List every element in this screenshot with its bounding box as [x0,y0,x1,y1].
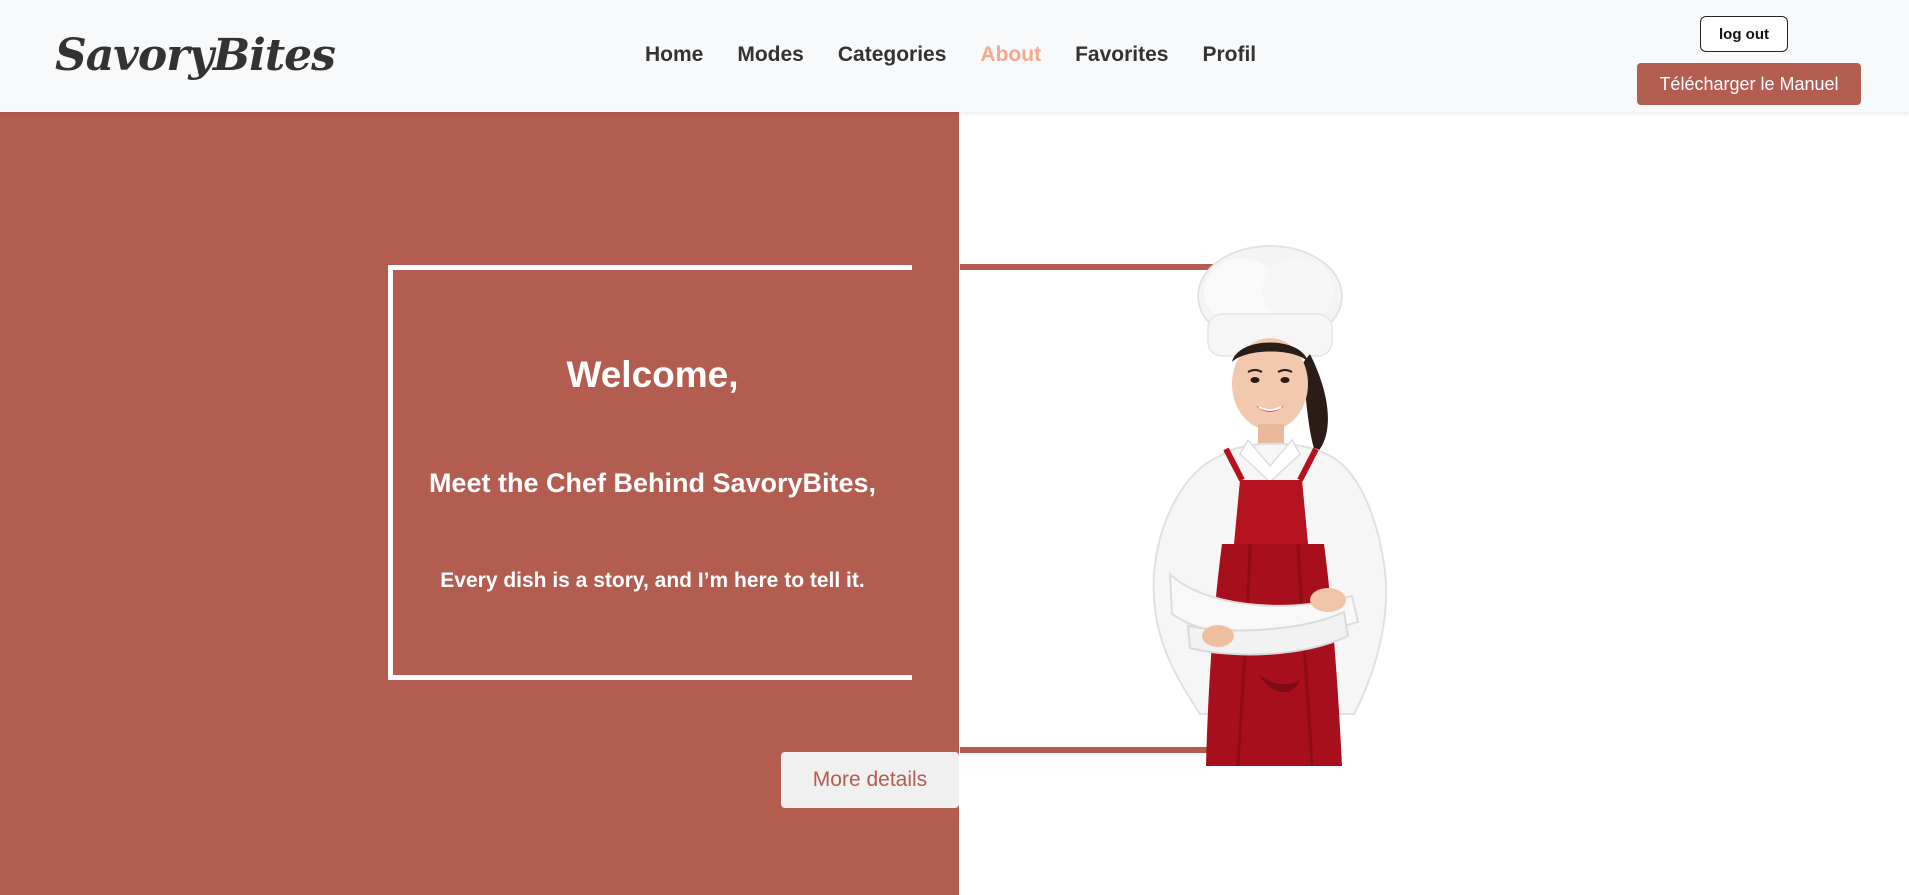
nav-item-profil: Profil [1202,40,1256,70]
navbar: SavoryBites Home Modes Categories About … [0,0,1909,112]
more-details-button[interactable]: More details [781,752,959,808]
nav-link-profil[interactable]: Profil [1202,40,1256,70]
hero-subtitle: Meet the Chef Behind SavoryBites, [428,468,877,498]
hero-tagline: Every dish is a story, and I’m here to t… [440,569,865,592]
nav-link-about[interactable]: About [980,40,1041,70]
nav-item-categories: Categories [838,40,947,70]
nav-link-home[interactable]: Home [645,40,703,70]
nav-item-modes: Modes [737,40,804,70]
brand-logo[interactable]: SavoryBites [55,26,336,86]
chef-portrait-icon [1152,245,1388,766]
nav-item-about: About [980,40,1041,70]
nav-link-categories[interactable]: Categories [838,40,947,70]
nav-item-home: Home [645,40,703,70]
logout-button[interactable]: log out [1700,16,1788,52]
nav-link-favorites[interactable]: Favorites [1075,40,1168,70]
download-manual-button[interactable]: Télécharger le Manuel [1637,63,1861,105]
main-nav: Home Modes Categories About Favorites Pr… [645,40,1256,70]
nav-item-favorites: Favorites [1075,40,1168,70]
welcome-heading: Welcome, [566,354,739,395]
nav-link-modes[interactable]: Modes [737,40,804,70]
